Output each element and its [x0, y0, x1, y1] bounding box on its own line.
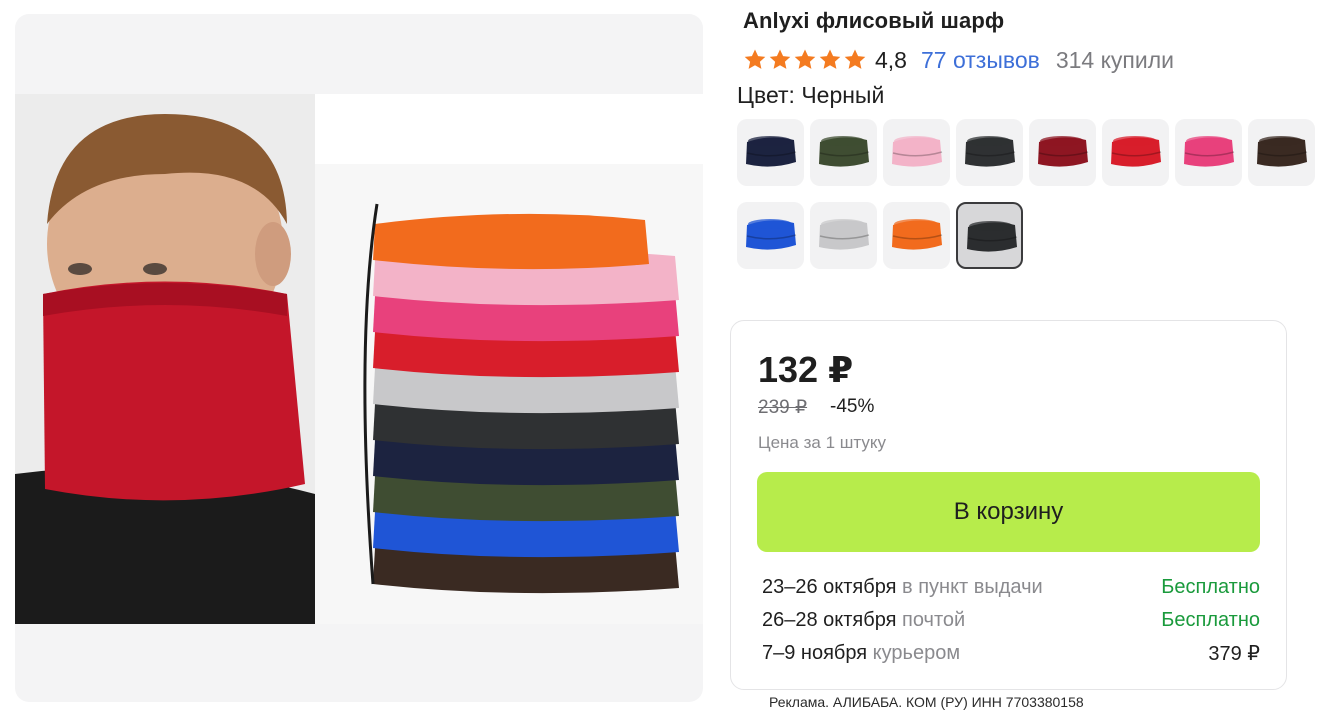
- scarf-thumbnail-icon: [819, 136, 870, 167]
- star-icon: [819, 49, 841, 69]
- color-swatch[interactable]: [1248, 119, 1315, 186]
- current-price: 132 ₽: [758, 349, 854, 390]
- scarf-thumbnail-icon: [819, 219, 870, 250]
- delivery-price: Бесплатно: [1161, 609, 1260, 631]
- star-icon: [794, 49, 816, 69]
- delivery-method: в пункт выдачи: [896, 576, 1043, 598]
- color-swatch[interactable]: [883, 119, 950, 186]
- color-swatch[interactable]: [1029, 119, 1096, 186]
- scarf-thumbnail-icon: [967, 221, 1018, 252]
- delivery-method: почтой: [896, 609, 966, 631]
- unit-price-note: Цена за 1 штуку: [758, 433, 886, 452]
- delivery-option-row: 7–9 ноября курьером 379 ₽: [762, 637, 1260, 670]
- delivery-options: 23–26 октября в пункт выдачи Бесплатно 26–…: [762, 571, 1260, 670]
- rating-row: 4,8 77 отзывов 314 купили: [743, 44, 1174, 76]
- scarf-thumbnail-icon: [1184, 136, 1235, 167]
- star-icon: [744, 49, 766, 69]
- star-icon: [844, 49, 866, 69]
- color-swatch[interactable]: [810, 202, 877, 269]
- model-photo: [15, 94, 315, 624]
- color-swatch[interactable]: [1175, 119, 1242, 186]
- scarf-thumbnail-icon: [892, 219, 943, 250]
- price-card: 132 ₽ 239 ₽ -45% Цена за 1 штуку В корзи…: [730, 320, 1287, 690]
- stacked-scarves-illustration: [363, 203, 679, 594]
- add-to-cart-button[interactable]: В корзину: [757, 472, 1260, 552]
- discount-badge: -45%: [830, 396, 875, 417]
- old-price: 239 ₽: [758, 397, 808, 418]
- color-swatch[interactable]: [737, 119, 804, 186]
- bought-count: 314 купили: [1055, 46, 1174, 73]
- color-swatch[interactable]: [810, 119, 877, 186]
- delivery-description: 26–28 октября почтой: [762, 609, 965, 632]
- scarf-thumbnail-icon: [746, 219, 797, 250]
- product-image-gallery[interactable]: [15, 14, 703, 702]
- delivery-method: курьером: [867, 642, 961, 664]
- rating-value: 4,8: [875, 46, 907, 73]
- delivery-description: 23–26 октября в пункт выдачи: [762, 576, 1043, 599]
- product-photo[interactable]: [15, 94, 703, 624]
- delivery-date: 23–26 октября: [762, 576, 897, 598]
- color-swatch[interactable]: [1102, 119, 1169, 186]
- delivery-option-row: 23–26 октября в пункт выдачи Бесплатно: [762, 571, 1260, 604]
- scarf-thumbnail-icon: [1038, 136, 1089, 167]
- model-illustration: [15, 94, 315, 624]
- scarf-thumbnail-icon: [965, 136, 1016, 167]
- product-title: Anlyxi флисовый шарф: [743, 8, 1005, 33]
- stacked-scarves-photo: [315, 164, 703, 624]
- color-swatch[interactable]: [737, 202, 804, 269]
- ad-disclaimer: Реклама. АЛИБАБА. КОМ (РУ) ИНН 770338015…: [769, 694, 1084, 710]
- star-icon: [769, 49, 791, 69]
- delivery-price: Бесплатно: [1161, 576, 1260, 598]
- color-swatch[interactable]: [956, 119, 1023, 186]
- delivery-date: 7–9 ноября: [762, 642, 868, 664]
- stacked-scarf: [373, 213, 649, 270]
- scarf-thumbnail-icon: [892, 136, 943, 167]
- scarf-thumbnail-icon: [1111, 136, 1162, 167]
- scarf-thumbnail-icon: [746, 136, 797, 167]
- reviews-link[interactable]: 77 отзывов: [921, 47, 1040, 74]
- color-swatches: [737, 119, 1317, 269]
- color-label: Цвет: Черный: [737, 82, 885, 108]
- scarf-thumbnail-icon: [1257, 136, 1308, 167]
- delivery-date: 26–28 октября: [762, 609, 897, 631]
- color-swatch[interactable]: [883, 202, 950, 269]
- delivery-description: 7–9 ноября курьером: [762, 642, 960, 665]
- delivery-price: 379 ₽: [1208, 643, 1260, 665]
- delivery-option-row: 26–28 октября почтой Бесплатно: [762, 604, 1260, 637]
- rating-stars: [743, 48, 867, 72]
- color-swatch[interactable]: [956, 202, 1023, 269]
